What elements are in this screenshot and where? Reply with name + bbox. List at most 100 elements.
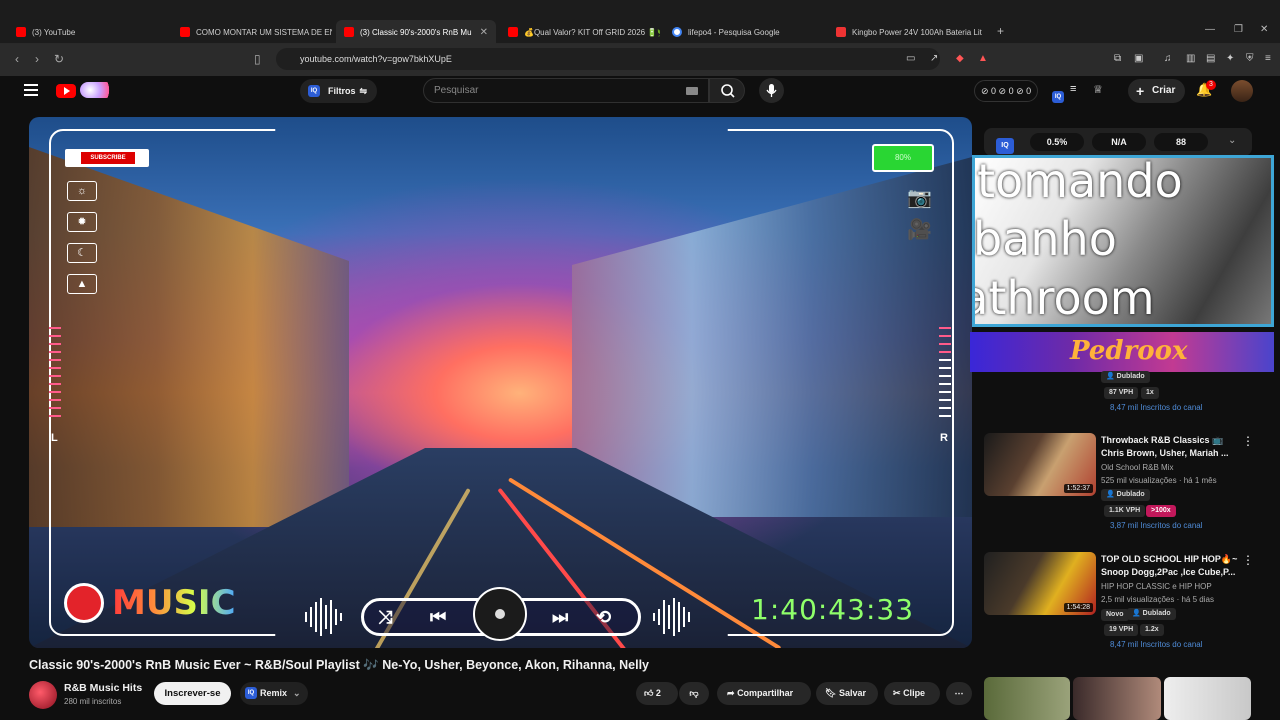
share-page-icon[interactable]: ↗ xyxy=(930,53,938,64)
vph-chip: 87 VPH xyxy=(1104,387,1139,399)
channel-avatar[interactable] xyxy=(29,681,57,709)
streamer-banner: Pedroox xyxy=(970,332,1274,372)
video-title-link[interactable]: TOP OLD SCHOOL HIP HOP🔥~ Snoop Dogg,2Pac… xyxy=(1101,553,1239,579)
hamburger-menu-icon[interactable] xyxy=(24,84,38,96)
extensions-icon[interactable]: ⧉ xyxy=(1114,53,1121,64)
more-options-icon[interactable]: ⋮ xyxy=(1242,553,1254,567)
tab-kingbo[interactable]: Kingbo Power 24V 100Ah Bateria Lit xyxy=(828,20,988,44)
youtube-music-icon xyxy=(64,583,104,623)
music-label: MUSIC xyxy=(112,583,236,623)
search-icon xyxy=(721,84,735,98)
back-icon[interactable]: ‹ xyxy=(15,52,19,66)
dislike-button[interactable]: 👎︎ xyxy=(679,682,709,705)
tab-label: 💰Qual Valor? KIT Off GRID 2026 🔋🌿 xyxy=(524,27,660,37)
more-options-icon[interactable]: ⋮ xyxy=(1242,434,1254,448)
youtube-logo-icon[interactable] xyxy=(56,84,76,98)
video-title-link[interactable]: Throwback R&B Classics 📺 Chris Brown, Us… xyxy=(1101,434,1239,460)
extension-icon[interactable]: ▣ xyxy=(1134,53,1143,64)
channel-name[interactable]: HIP HOP CLASSIC e HIP HOP xyxy=(1101,582,1212,591)
duration-label: 1:52:37 xyxy=(1063,484,1093,493)
subscribe-button[interactable]: Inscrever-se xyxy=(154,682,231,705)
more-actions-button[interactable]: ⋯ xyxy=(946,682,972,705)
search-button[interactable] xyxy=(709,78,745,103)
right-waveform xyxy=(653,597,690,637)
criar-button[interactable]: + Criar xyxy=(1128,79,1186,103)
account-avatar[interactable] xyxy=(1231,80,1253,102)
microphone-icon xyxy=(766,84,777,97)
overlay-frame xyxy=(49,129,954,636)
bookmark-icon: 🔖︎ xyxy=(825,688,837,698)
multiplier-chip: 1.2x xyxy=(1140,624,1164,636)
save-label: Salvar xyxy=(838,688,866,698)
search-input[interactable]: Pesquisar xyxy=(423,78,709,103)
plus-icon: + xyxy=(1136,83,1145,99)
iq-badge: IQ xyxy=(996,138,1014,154)
url-field[interactable]: youtube.com/watch?v=gow7bkhXUpE xyxy=(276,48,940,70)
voice-search-button[interactable] xyxy=(759,78,784,103)
brave-shield-icon[interactable]: ◆ xyxy=(956,53,964,64)
ai-icon[interactable]: ✦ xyxy=(1226,53,1234,64)
multiplier-chip: >100x xyxy=(1146,505,1176,517)
bookmark-icon[interactable]: ▯ xyxy=(254,52,261,66)
share-button[interactable]: ➦ Compartilhar xyxy=(717,682,811,705)
webcam-text-line: bathroom xyxy=(975,271,1155,325)
cast-icon[interactable]: ▭ xyxy=(906,53,915,64)
like-button[interactable]: 👍︎ 2 xyxy=(636,682,678,705)
music-extension-icon[interactable]: ♫ xyxy=(1164,53,1172,64)
save-button[interactable]: 🔖︎ Salvar xyxy=(816,682,878,705)
list-icon[interactable]: ≡ xyxy=(1070,83,1076,95)
video-thumbnail[interactable] xyxy=(984,677,1070,720)
new-tab-button[interactable]: + xyxy=(997,24,1004,38)
tab-qual-valor[interactable]: 💰Qual Valor? KIT Off GRID 2026 🔋🌿 xyxy=(500,20,660,44)
tab-google-search[interactable]: lifepo4 - Pesquisa Google xyxy=(664,20,824,44)
forward-icon[interactable]: › xyxy=(35,52,39,66)
vpn-icon[interactable]: ⛨ xyxy=(1246,53,1254,64)
previous-icon: ⏮ xyxy=(430,607,447,627)
tab-label: COMO MONTAR UM SISTEMA DE EN xyxy=(196,27,332,37)
tab-youtube-home[interactable]: (3) YouTube xyxy=(8,20,168,44)
video-thumbnail[interactable]: 1:54:28 xyxy=(984,552,1096,615)
iq-stat-pill: 88 xyxy=(1154,133,1208,151)
trophy-icon[interactable]: ♕ xyxy=(1093,83,1103,96)
doodle-icon[interactable] xyxy=(80,82,114,98)
video-thumbnail[interactable]: 1:52:37 xyxy=(984,433,1096,496)
chevron-down-icon[interactable]: ⌄ xyxy=(1228,135,1236,146)
channel-name[interactable]: Old School R&B Mix xyxy=(1101,463,1173,472)
webcam-overlay: tomando banho bathroom xyxy=(972,155,1274,327)
browser-menu-icon[interactable]: ≡ xyxy=(1265,53,1271,64)
iq-sidebar-icon: IQ xyxy=(996,134,1016,154)
left-volume-meter xyxy=(49,327,61,427)
tab-label: (3) Classic 90's-2000's RnB Mu xyxy=(360,27,472,37)
dubbed-label: Dublado xyxy=(1142,610,1171,617)
clip-button[interactable]: ✂ Clipe xyxy=(884,682,940,705)
youtube-favicon-icon xyxy=(344,27,354,37)
google-favicon-icon xyxy=(672,27,682,37)
remix-button[interactable]: IQ Remix ⌄ xyxy=(240,682,308,705)
maximize-icon[interactable]: ❐ xyxy=(1234,24,1243,35)
minimize-icon[interactable]: — xyxy=(1205,24,1215,35)
thumbs-up-icon: 👍︎ xyxy=(644,688,654,698)
share-label: Compartilhar xyxy=(737,688,794,698)
channel-name[interactable]: R&B Music Hits xyxy=(64,682,142,694)
tab-como-montar[interactable]: COMO MONTAR UM SISTEMA DE EN xyxy=(172,20,332,44)
close-icon[interactable]: ✕ xyxy=(480,27,488,38)
video-thumbnail[interactable] xyxy=(1073,677,1161,720)
battery-indicator: 80% xyxy=(872,144,934,172)
subscribe-overlay: SUBSCRIBE xyxy=(65,149,149,167)
rewards-icon[interactable]: ▲ xyxy=(978,53,988,64)
close-window-icon[interactable]: ✕ xyxy=(1260,24,1268,35)
tab-classic-rnb-active[interactable]: (3) Classic 90's-2000's RnB Mu ✕ xyxy=(336,20,496,44)
keyboard-icon[interactable] xyxy=(686,87,698,95)
sliders-icon: ⇋ xyxy=(359,86,368,96)
left-channel-label: L xyxy=(51,432,58,444)
clip-label: Clipe xyxy=(903,688,926,698)
reload-icon[interactable]: ↻ xyxy=(54,52,64,66)
sidebar-icon[interactable]: ▥ xyxy=(1186,53,1195,64)
video-thumbnail[interactable] xyxy=(1164,677,1251,720)
video-player[interactable]: SUBSCRIBE ☼ ✹ ☾ ▲ 80% 📷 🎥 L R MUSIC ⤨ ⏮ … xyxy=(29,117,972,648)
filtros-button[interactable]: IQ Filtros ⇋ xyxy=(300,79,378,103)
iq-header-icon[interactable]: IQ xyxy=(1052,85,1064,103)
share-icon: ➦ xyxy=(727,688,735,698)
wallet-icon[interactable]: ▤ xyxy=(1206,53,1215,64)
person-icon: 👤 xyxy=(1106,373,1115,380)
